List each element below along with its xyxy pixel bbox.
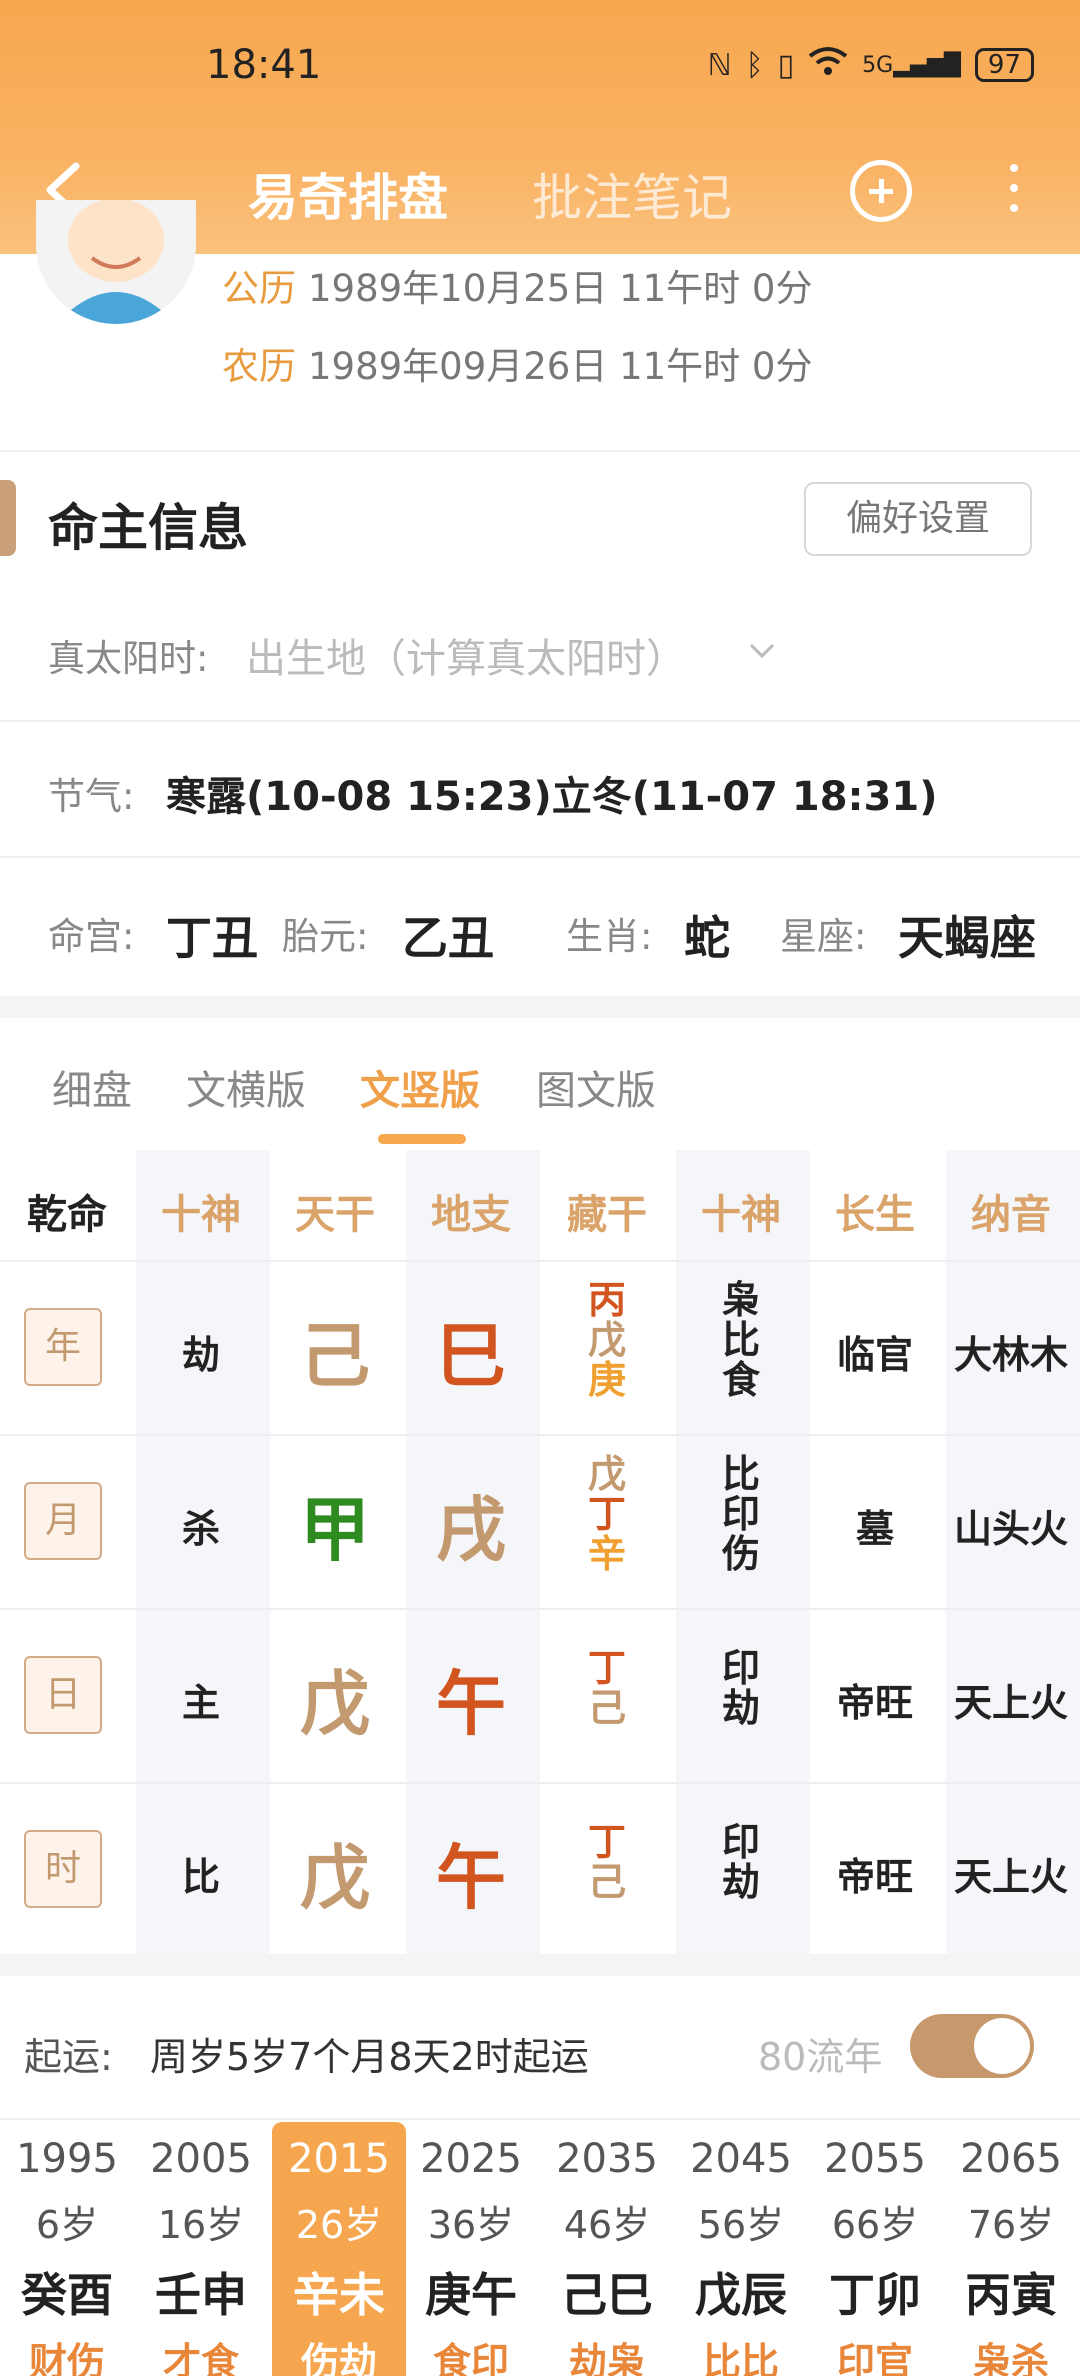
taiyuan-value: 乙丑 [402, 911, 494, 965]
header-canggan: 藏干 [567, 1192, 647, 1238]
canggan-year: 丙 戊 庚 [587, 1278, 626, 1402]
signal-icon: 5G▂▄▆█ [862, 52, 961, 78]
shishen-day: 主 [181, 1681, 220, 1725]
tab-xipan[interactable]: 细盘 [52, 1058, 132, 1116]
nfc-icon: ℕ [707, 47, 732, 83]
dayun-column[interactable]: 2005 16岁 壬申 才食 [134, 2122, 268, 2376]
pillar-day: 日 [24, 1656, 102, 1734]
dayun-column[interactable]: 1995 6岁 癸酉 财伤 [0, 2122, 134, 2376]
shishen2-month: 比 印 伤 [721, 1452, 760, 1576]
true-solar-label: 真太阳时: [48, 637, 209, 680]
divider [0, 720, 1080, 722]
row-divider [0, 1434, 1080, 1436]
tiangan-month: 甲 [300, 1489, 370, 1571]
divider [0, 856, 1080, 858]
changsheng-hour: 帝旺 [836, 1855, 913, 1899]
dayun-column[interactable]: 2025 36岁 庚午 食印 [404, 2122, 538, 2376]
liunian-toggle[interactable] [910, 2014, 1034, 2078]
nayin-year: 大林木 [953, 1333, 1068, 1377]
tiangan-day: 戊 [300, 1663, 370, 1745]
birthplace-selector[interactable]: 出生地（计算真太阳时） [246, 626, 686, 684]
qiyun-label: 起运: [24, 2035, 113, 2079]
nayin-month: 山头火 [953, 1507, 1068, 1551]
header-changsheng: 长生 [835, 1192, 915, 1238]
section-marker [0, 480, 16, 556]
more-menu-icon[interactable] [1004, 164, 1024, 220]
header-shishen: 十神 [161, 1192, 241, 1238]
dizhi-month: 戌 [436, 1489, 506, 1571]
dayun-column[interactable]: 2035 46岁 己巳 劫枭 [540, 2122, 674, 2376]
jieqi-value: 寒露(10-08 15:23)立冬(11-07 18:31) [166, 774, 938, 820]
minggong-value: 丁丑 [166, 911, 258, 965]
liunian-label: 80流年 [758, 2035, 883, 2079]
shishen2-year: 枭 比 食 [721, 1278, 760, 1402]
tab-wen-shu[interactable]: 文竖版 [360, 1058, 480, 1116]
header-tiangan: 天干 [295, 1192, 375, 1238]
shengxiao-label: 生肖: [566, 915, 653, 958]
preference-settings-button[interactable]: 偏好设置 [804, 482, 1032, 556]
row-divider [0, 1260, 1080, 1262]
wifi-icon [808, 46, 848, 84]
canggan-day: 丁 己 [587, 1646, 626, 1730]
nayin-day: 天上火 [953, 1681, 1068, 1725]
tab-annotation-notes[interactable]: 批注笔记 [532, 158, 732, 230]
section-gap [0, 1954, 1080, 1976]
tab-indicator [378, 1134, 466, 1144]
nayin-hour: 天上火 [953, 1855, 1068, 1899]
dayun-column[interactable]: 2065 76岁 丙寅 枭杀 [944, 2122, 1078, 2376]
tab-tuwen[interactable]: 图文版 [536, 1058, 656, 1116]
qiyun-value: 周岁5岁7个月8天2时起运 [150, 2035, 589, 2079]
shishen-hour: 比 [181, 1855, 220, 1899]
dizhi-hour: 午 [436, 1837, 506, 1919]
row-divider [0, 1608, 1080, 1610]
changsheng-year: 临官 [836, 1333, 913, 1377]
shishen-year: 劫 [181, 1333, 220, 1377]
header-nayin: 纳音 [971, 1192, 1051, 1238]
tiangan-hour: 戊 [300, 1837, 370, 1919]
changsheng-month: 墓 [855, 1507, 894, 1551]
status-time: 18:41 [206, 42, 322, 88]
pillar-hour: 时 [24, 1830, 102, 1908]
dizhi-year: 巳 [436, 1315, 506, 1397]
jieqi-label: 节气: [48, 775, 135, 818]
header-qianming: 乾命 [27, 1192, 107, 1238]
header-shishen-2: 十神 [701, 1192, 781, 1238]
taiyuan-label: 胎元: [282, 915, 369, 958]
minggong-label: 命宫: [48, 915, 135, 958]
dayun-column[interactable]: 2055 66岁 丁卯 印官 [808, 2122, 942, 2376]
vibrate-icon: ▯ [777, 47, 795, 83]
dayun-column-active[interactable]: 2015 26岁 辛未 伤劫 [272, 2122, 406, 2376]
canggan-month: 戊 丁 辛 [587, 1452, 626, 1576]
solar-date: 公历 1989年10月25日 11午时 0分 [222, 267, 813, 310]
avatar [36, 200, 196, 324]
header-dizhi: 地支 [431, 1192, 511, 1238]
shishen2-day: 印 劫 [721, 1646, 760, 1730]
tab-wen-heng[interactable]: 文横版 [186, 1058, 306, 1116]
changsheng-day: 帝旺 [836, 1681, 913, 1725]
chevron-down-icon[interactable] [748, 636, 776, 664]
xingzuo-label: 星座: [780, 915, 867, 958]
shishen-month: 杀 [181, 1507, 220, 1551]
toggle-knob [974, 2018, 1030, 2074]
bluetooth-icon: ᛒ [745, 47, 764, 83]
divider [0, 2118, 1080, 2120]
lunar-date: 农历 1989年09月26日 11午时 0分 [222, 345, 813, 388]
dizhi-day: 午 [436, 1663, 506, 1745]
status-icons: ℕ ᛒ ▯ 5G▂▄▆█ 97 [708, 46, 1034, 84]
shishen2-hour: 印 劫 [721, 1820, 760, 1904]
canggan-hour: 丁 己 [587, 1820, 626, 1904]
xingzuo-value: 天蝎座 [898, 911, 1036, 965]
row-divider [0, 1782, 1080, 1784]
battery-icon: 97 [974, 48, 1034, 82]
pillar-year: 年 [24, 1308, 102, 1386]
tab-yiqi-paipan[interactable]: 易奇排盘 [248, 158, 448, 230]
section-gap [0, 996, 1080, 1018]
pillar-month: 月 [24, 1482, 102, 1560]
add-icon[interactable] [850, 160, 912, 222]
divider [0, 450, 1080, 452]
shengxiao-value: 蛇 [684, 911, 730, 965]
section-title: 命主信息 [48, 499, 248, 557]
tiangan-year: 己 [300, 1315, 370, 1397]
dayun-column[interactable]: 2045 56岁 戊辰 比比 [674, 2122, 808, 2376]
